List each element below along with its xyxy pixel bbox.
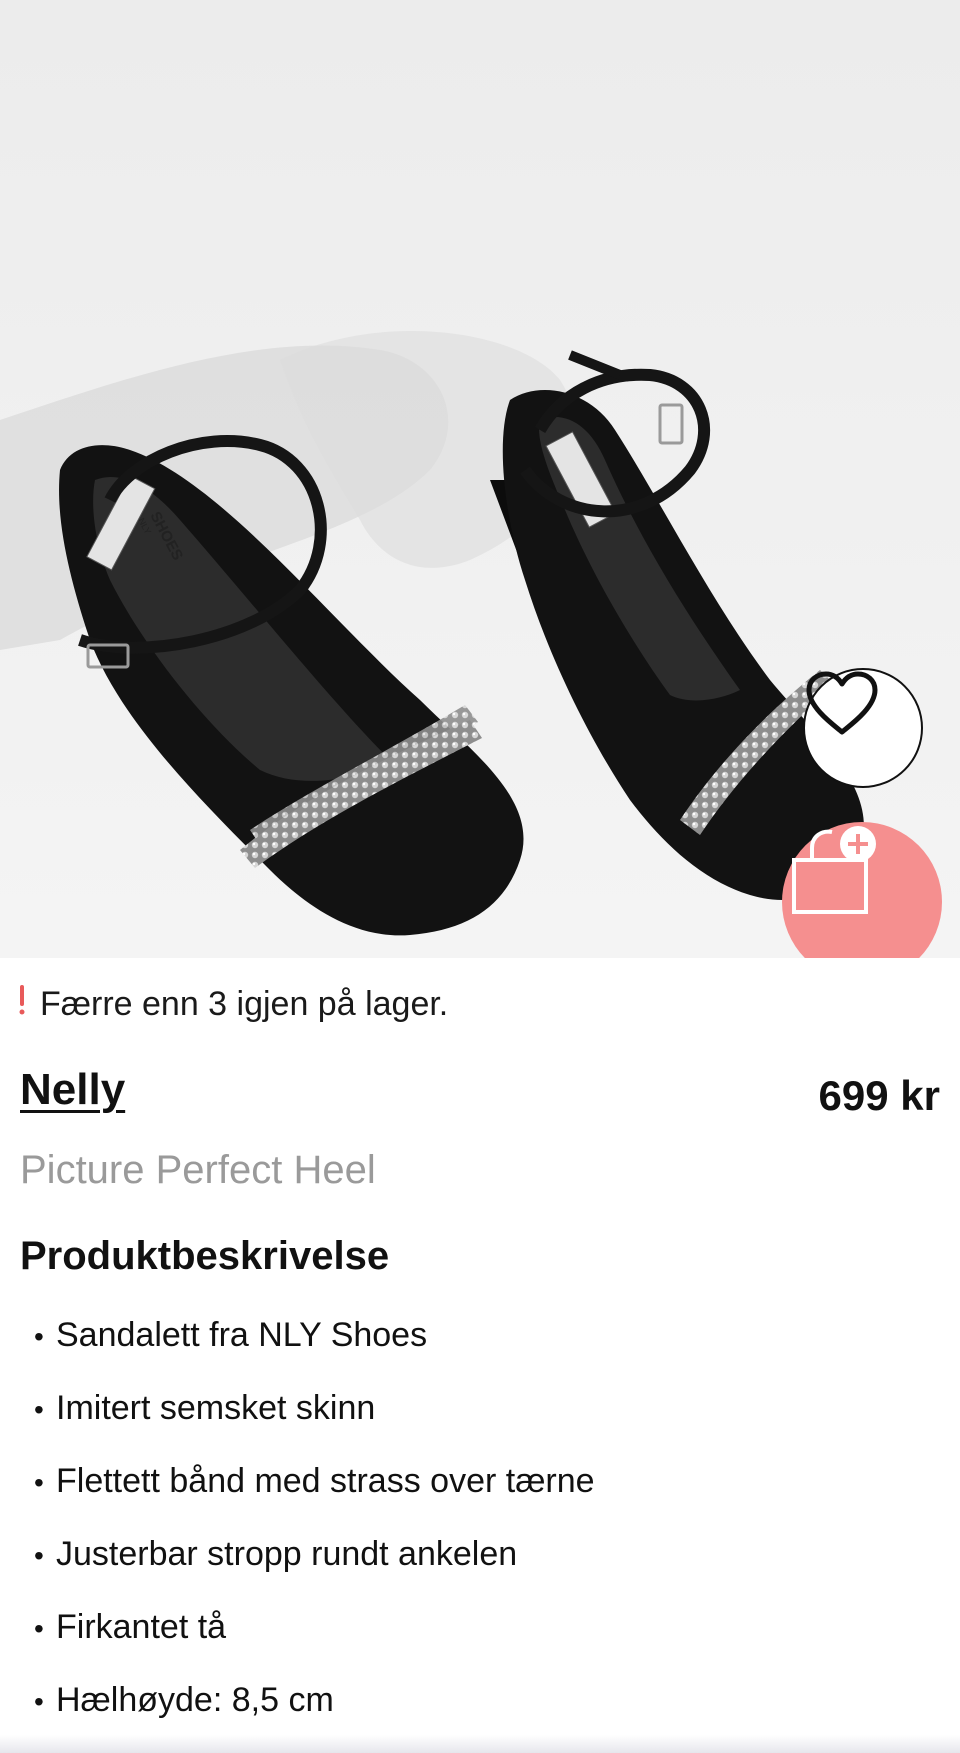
heart-icon bbox=[806, 671, 878, 735]
product-name: Picture Perfect Heel bbox=[20, 1148, 376, 1192]
list-item: • Flettett bånd med strass over tærne bbox=[34, 1462, 595, 1500]
list-item: • Justerbar stropp rundt ankelen bbox=[34, 1535, 518, 1573]
favorite-button[interactable] bbox=[803, 668, 923, 788]
bottom-edge bbox=[0, 1735, 960, 1753]
list-item: • Sandalett fra NLY Shoes bbox=[34, 1316, 428, 1354]
stock-text: Færre enn 3 igjen på lager. bbox=[40, 985, 449, 1023]
shopping-bag-plus-icon bbox=[792, 826, 876, 914]
description-title: Produktbeskrivelse bbox=[20, 1234, 390, 1278]
stock-warning: Færre enn 3 igjen på lager. bbox=[18, 985, 448, 1024]
list-item: • Imitert semsket skinn bbox=[34, 1389, 376, 1427]
right-sandal bbox=[490, 350, 864, 900]
description-list: • Sandalett fra NLY Shoes • Imitert semske… bbox=[34, 1310, 595, 1748]
list-item: • Firkantet tå bbox=[34, 1608, 227, 1646]
exclamation-icon bbox=[18, 985, 26, 1024]
product-image[interactable]: NLY SHOES bbox=[0, 0, 960, 958]
sandals-illustration: NLY SHOES bbox=[0, 331, 864, 936]
brand-link[interactable]: Nelly bbox=[20, 1065, 125, 1115]
product-price: 699 kr bbox=[818, 1072, 940, 1119]
